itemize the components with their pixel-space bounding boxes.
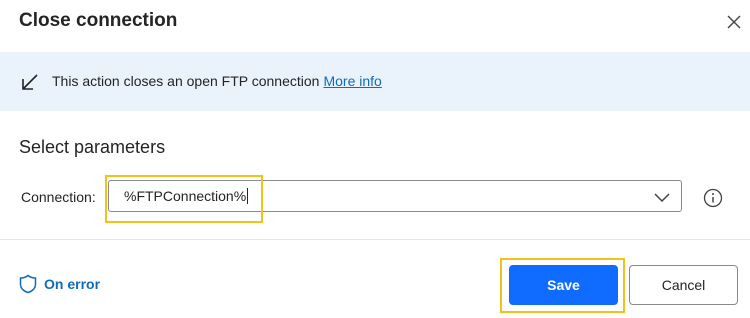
- arrow-down-left-icon: [22, 74, 38, 90]
- connection-value: %FTPConnection%: [124, 188, 249, 204]
- info-circle-icon[interactable]: [703, 188, 723, 208]
- footer-divider: [0, 239, 750, 240]
- text-cursor: [247, 188, 249, 204]
- dialog-title: Close connection: [19, 10, 178, 31]
- on-error-button[interactable]: On error: [19, 274, 100, 294]
- section-heading: Select parameters: [19, 137, 166, 157]
- close-connection-dialog: Close connection This action closes an o…: [0, 0, 750, 318]
- more-info-link[interactable]: More info: [323, 73, 381, 89]
- shield-icon: [19, 274, 37, 294]
- save-button[interactable]: Save: [509, 265, 618, 305]
- connection-value-text: %FTPConnection%: [124, 188, 247, 204]
- connection-label: Connection:: [21, 189, 96, 205]
- info-text: This action closes an open FTP connectio…: [52, 73, 320, 89]
- close-button[interactable]: [722, 10, 746, 34]
- chevron-down-icon[interactable]: [653, 188, 671, 206]
- connection-select[interactable]: %FTPConnection%: [108, 180, 682, 212]
- info-message: This action closes an open FTP connectio…: [52, 73, 382, 89]
- on-error-label: On error: [44, 276, 101, 292]
- close-icon: [727, 15, 741, 29]
- cancel-button[interactable]: Cancel: [629, 265, 738, 305]
- info-banner: This action closes an open FTP connectio…: [0, 52, 750, 111]
